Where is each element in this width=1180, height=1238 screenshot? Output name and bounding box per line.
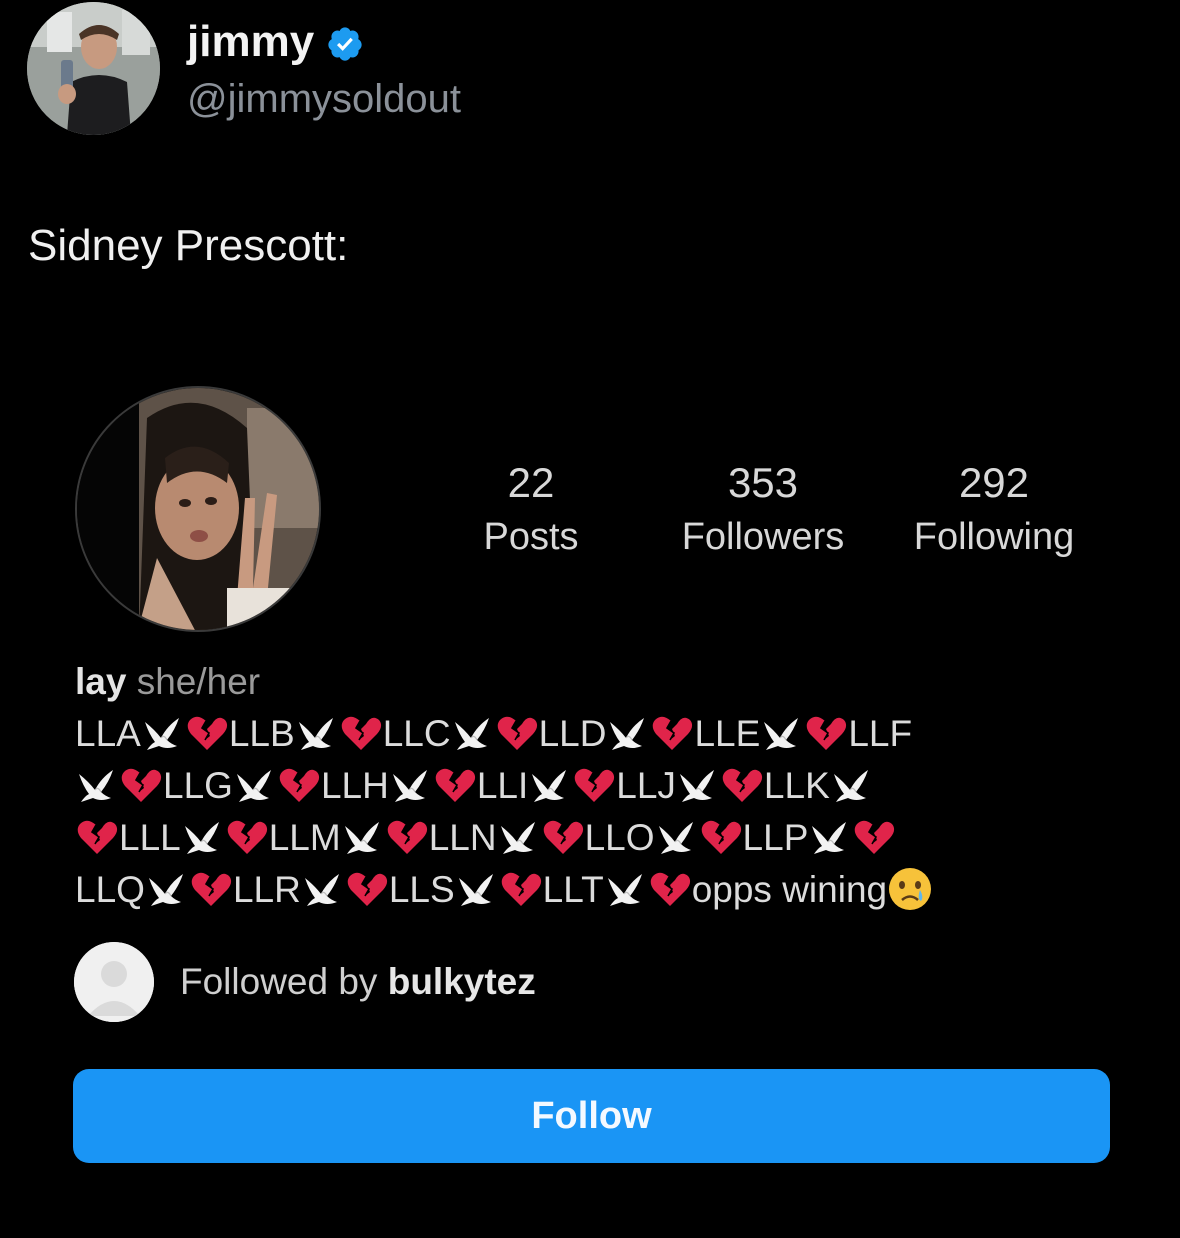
bio-text: LLE xyxy=(694,713,761,754)
broken-heart-icon xyxy=(347,872,387,906)
dove-icon xyxy=(454,718,489,750)
followers-stat[interactable]: 353 Followers xyxy=(668,458,858,560)
bio-text: LLQ xyxy=(75,869,145,910)
bio-text: LLO xyxy=(584,817,655,858)
broken-heart-icon xyxy=(435,768,475,802)
dove-icon xyxy=(458,874,493,906)
bio-text: opps wining xyxy=(691,869,888,910)
bio-text: LLK xyxy=(763,765,830,806)
dove-icon xyxy=(764,718,799,750)
broken-heart-icon xyxy=(855,820,895,854)
followed-by-text: Followed by bulkytez xyxy=(180,961,536,1003)
profile-name: lay xyxy=(75,661,127,702)
bio-line: LLG LLH LLI LLJ LLK xyxy=(75,760,1105,812)
dove-icon xyxy=(144,718,179,750)
broken-heart-icon xyxy=(543,820,583,854)
dove-icon xyxy=(833,770,868,802)
bio-line: LLA LLB LLC LLD LLE LLF xyxy=(75,708,1105,760)
bio-text: LLF xyxy=(848,713,913,754)
crying-face-icon xyxy=(889,868,932,910)
bio-text: LLL xyxy=(119,817,181,858)
bio-text: LLM xyxy=(268,817,341,858)
bio-text: LLJ xyxy=(616,765,676,806)
posts-stat[interactable]: 22 Posts xyxy=(470,458,592,560)
followers-label: Followers xyxy=(681,516,845,558)
dove-icon xyxy=(344,822,379,854)
profile-pronouns: she/her xyxy=(136,661,261,702)
broken-heart-icon xyxy=(341,716,381,750)
dove-icon xyxy=(79,770,113,802)
broken-heart-icon xyxy=(187,716,227,750)
dove-icon xyxy=(304,874,339,906)
tweet-header: jimmy @jimmysoldout xyxy=(27,2,461,135)
dove-icon xyxy=(679,770,714,802)
bio-text: LLG xyxy=(163,765,233,806)
broken-heart-icon xyxy=(497,716,537,750)
broken-heart-icon xyxy=(387,820,427,854)
broken-heart-icon xyxy=(191,872,232,906)
broken-heart-icon xyxy=(279,768,320,802)
dove-icon xyxy=(236,770,271,802)
dove-icon xyxy=(610,718,645,750)
broken-heart-icon xyxy=(121,768,162,802)
broken-heart-icon xyxy=(77,820,118,854)
dove-icon xyxy=(298,718,333,750)
bio-text: LLN xyxy=(428,817,497,858)
bio-text: LLA xyxy=(75,713,141,754)
bio-text: LLH xyxy=(320,765,389,806)
bio-text: LLI xyxy=(476,765,529,806)
author-info: jimmy @jimmysoldout xyxy=(187,16,461,124)
following-label: Following xyxy=(913,516,1075,558)
bio-text: LLR xyxy=(232,869,301,910)
display-name[interactable]: jimmy xyxy=(187,16,314,68)
bio-text: LLP xyxy=(742,817,809,858)
followed-by-username[interactable]: bulkytez xyxy=(388,961,536,1002)
dove-icon xyxy=(500,822,535,854)
profile-name-row: lay she/her xyxy=(75,660,260,704)
following-count: 292 xyxy=(958,459,1030,506)
followers-count: 353 xyxy=(727,459,799,506)
bio-text: LLT xyxy=(542,869,604,910)
following-stat[interactable]: 292 Following xyxy=(900,458,1088,560)
bio-text: LLD xyxy=(538,713,607,754)
dove-icon xyxy=(532,770,567,802)
bio-line: LLL LLM LLN LLO LLP xyxy=(75,812,1105,864)
broken-heart-icon xyxy=(501,872,541,906)
bio-text: LLB xyxy=(228,713,295,754)
dove-icon xyxy=(148,874,183,906)
tweet-text: Sidney Prescott: xyxy=(28,221,349,270)
broken-heart-icon xyxy=(574,768,615,802)
author-handle[interactable]: @jimmysoldout xyxy=(187,74,461,124)
profile-bio: LLA LLB LLC LLD LLE LLF LLG LLH LLI LLJ LLK LLL LLM L… xyxy=(75,708,1105,916)
follow-button[interactable]: Follow xyxy=(73,1069,1110,1163)
posts-label: Posts xyxy=(483,516,579,558)
broken-heart-icon xyxy=(807,716,847,750)
broken-heart-icon xyxy=(227,820,267,854)
dove-icon xyxy=(392,770,427,802)
follower-avatar xyxy=(74,942,154,1022)
verified-badge-icon xyxy=(328,27,362,61)
followed-by-row[interactable]: Followed by bulkytez xyxy=(74,942,536,1022)
dove-icon xyxy=(607,874,642,906)
posts-count: 22 xyxy=(507,459,555,506)
profile-avatar[interactable] xyxy=(75,386,321,632)
broken-heart-icon xyxy=(701,820,741,854)
dove-icon xyxy=(658,822,693,854)
bio-text: LLS xyxy=(388,869,455,910)
broken-heart-icon xyxy=(650,872,690,906)
bio-line: LLQ LLR LLS LLT opps wining xyxy=(75,864,1105,916)
display-name-row: jimmy xyxy=(187,16,461,68)
bio-text: LLC xyxy=(382,713,451,754)
dove-icon xyxy=(184,822,219,854)
author-avatar[interactable] xyxy=(27,2,160,135)
dove-icon xyxy=(812,822,847,854)
broken-heart-icon xyxy=(722,768,763,802)
broken-heart-icon xyxy=(653,716,693,750)
followed-by-prefix: Followed by xyxy=(180,961,378,1002)
